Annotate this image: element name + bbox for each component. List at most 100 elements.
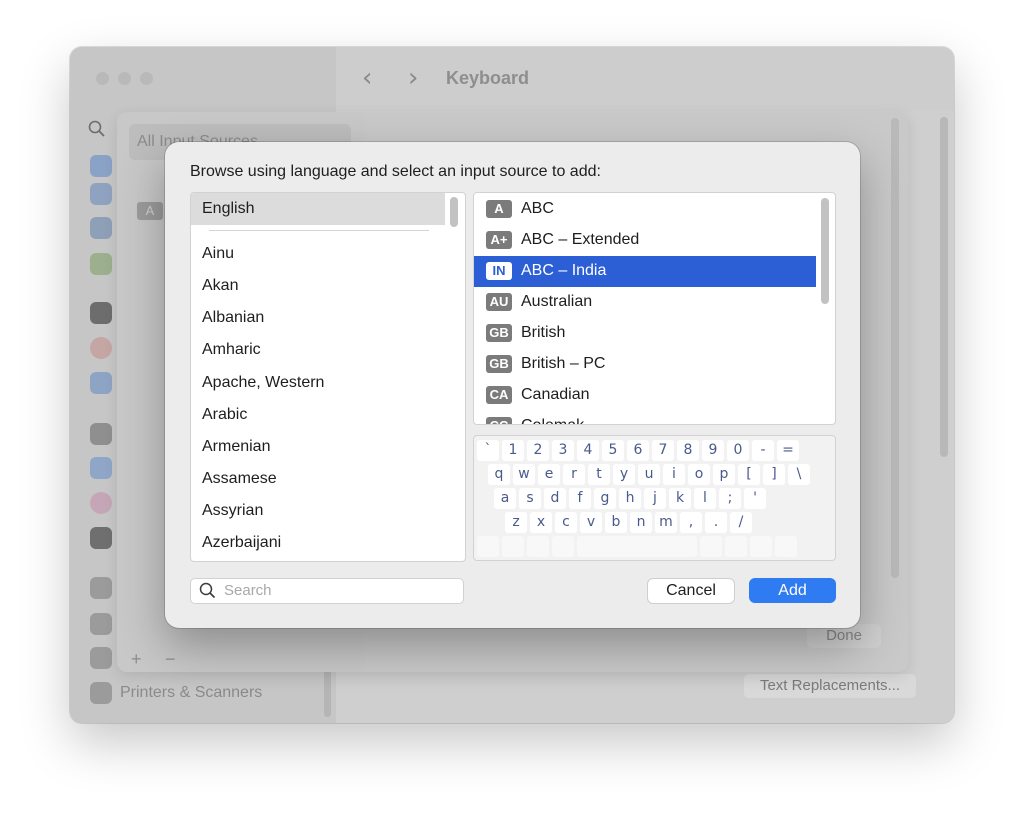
search-icon[interactable] bbox=[88, 120, 106, 143]
language-item[interactable]: Ainu bbox=[202, 245, 234, 263]
sidebar-item-printers-scanners[interactable]: Printers & Scanners bbox=[120, 684, 262, 702]
language-item[interactable]: Apache, Western bbox=[202, 374, 324, 392]
input-source-row[interactable]: GB British – PC bbox=[474, 349, 816, 380]
keyboard-key: 6 bbox=[627, 440, 649, 461]
keyboard-key: 5 bbox=[602, 440, 624, 461]
language-item[interactable]: Assamese bbox=[202, 470, 277, 488]
language-item[interactable]: Albanian bbox=[202, 309, 264, 327]
keyboard-key: k bbox=[669, 488, 691, 509]
remove-input-source-button[interactable]: − bbox=[165, 649, 176, 670]
search-input[interactable]: Search bbox=[190, 578, 464, 604]
game-controllers-icon[interactable] bbox=[90, 647, 112, 669]
internet-accounts-icon[interactable] bbox=[90, 457, 112, 479]
keyboard-key: / bbox=[730, 512, 752, 533]
input-source-row-selected[interactable]: IN ABC – India bbox=[474, 256, 816, 287]
keyboard-key: z bbox=[505, 512, 527, 533]
language-list[interactable]: English Ainu Akan Albanian Amharic Apach… bbox=[190, 192, 466, 562]
keyboard-key: 0 bbox=[727, 440, 749, 461]
input-source-row[interactable]: AU Australian bbox=[474, 287, 816, 318]
add-input-source-dialog: Browse using language and select an inpu… bbox=[165, 142, 860, 628]
input-source-row[interactable]: CA Canadian bbox=[474, 380, 816, 411]
keyboard-preview: ` 1 2 3 4 5 6 7 8 9 0- = q w e r t y u i o p[] \ a s d f g h j k l; ' … bbox=[473, 435, 836, 561]
language-list-scrollbar[interactable] bbox=[450, 197, 458, 227]
keyboard-key: e bbox=[538, 464, 560, 485]
keyboard-key: 4 bbox=[577, 440, 599, 461]
input-source-row[interactable]: GB British bbox=[474, 318, 816, 349]
mouse-icon[interactable] bbox=[90, 613, 112, 635]
language-item[interactable]: Azerbaijani bbox=[202, 534, 281, 552]
game-center-icon[interactable] bbox=[90, 492, 112, 514]
keyboard-key: 9 bbox=[702, 440, 724, 461]
wallet-icon[interactable] bbox=[90, 527, 112, 549]
list-item-selected[interactable]: English bbox=[191, 193, 445, 225]
sidebar-scrollbar[interactable] bbox=[324, 667, 331, 717]
zoom-window-button[interactable] bbox=[140, 72, 153, 85]
keyboard-key: o bbox=[688, 464, 710, 485]
title-bar bbox=[336, 47, 954, 111]
input-source-badge: CC bbox=[486, 417, 512, 424]
settings-scrollbar[interactable] bbox=[891, 118, 899, 578]
input-source-row[interactable]: CC Colemak bbox=[474, 411, 816, 424]
touch-id-icon[interactable] bbox=[90, 337, 112, 359]
cancel-button[interactable]: Cancel bbox=[647, 578, 735, 604]
close-window-button[interactable] bbox=[96, 72, 109, 85]
sidebar-icon[interactable] bbox=[90, 155, 112, 177]
keyboard-key: i bbox=[663, 464, 685, 485]
keyboard-row: z x c v b n m,. / bbox=[505, 512, 752, 533]
divider bbox=[209, 230, 429, 231]
input-source-label: ABC – Extended bbox=[521, 231, 640, 248]
accessibility-icon[interactable] bbox=[90, 183, 112, 205]
input-source-scrollbar[interactable] bbox=[821, 198, 829, 304]
keyboard-key: r bbox=[563, 464, 585, 485]
language-item[interactable]: Akan bbox=[202, 277, 238, 295]
keyboard-row: q w e r t y u i o p[] \ bbox=[488, 464, 810, 485]
minimize-window-button[interactable] bbox=[118, 72, 131, 85]
input-source-label: ABC bbox=[521, 200, 554, 217]
back-chevron-icon[interactable]: ‹ bbox=[362, 63, 372, 93]
input-source-row[interactable]: A+ ABC – Extended bbox=[474, 225, 816, 256]
keyboard-key: 3 bbox=[552, 440, 574, 461]
input-source-badge: IN bbox=[486, 262, 512, 280]
keyboard-key: ; bbox=[719, 488, 741, 509]
window-title: Keyboard bbox=[446, 68, 530, 88]
add-button[interactable]: Add bbox=[749, 578, 836, 603]
passwords-icon[interactable] bbox=[90, 423, 112, 445]
keyboard-key: ] bbox=[763, 464, 785, 485]
keyboard-key: g bbox=[594, 488, 616, 509]
language-item[interactable]: Armenian bbox=[202, 438, 270, 456]
keyboard-icon[interactable] bbox=[90, 577, 112, 599]
input-source-label: British bbox=[521, 324, 566, 341]
control-center-icon[interactable] bbox=[90, 217, 112, 239]
keyboard-key: . bbox=[705, 512, 727, 533]
input-source-label: British – PC bbox=[521, 355, 606, 372]
text-replacements-button[interactable]: Text Replacements... bbox=[744, 674, 916, 698]
keyboard-row-spacebar bbox=[477, 536, 797, 557]
language-item[interactable]: Arabic bbox=[202, 406, 247, 424]
keyboard-key: j bbox=[644, 488, 666, 509]
keyboard-row: ` 1 2 3 4 5 6 7 8 9 0- = bbox=[477, 440, 799, 461]
language-item[interactable]: Assyrian bbox=[202, 502, 263, 520]
keyboard-key: l bbox=[694, 488, 716, 509]
forward-chevron-icon[interactable]: › bbox=[408, 63, 418, 93]
keyboard-row: a s d f g h j k l; ' bbox=[494, 488, 766, 509]
printer-icon[interactable] bbox=[90, 682, 112, 704]
keyboard-key: , bbox=[680, 512, 702, 533]
keyboard-key: h bbox=[619, 488, 641, 509]
lock-icon[interactable] bbox=[90, 302, 112, 324]
input-source-badge: GB bbox=[486, 324, 512, 342]
input-source-row[interactable]: A ABC bbox=[474, 194, 816, 225]
keyboard-key: v bbox=[580, 512, 602, 533]
input-source-badge: A bbox=[137, 202, 163, 220]
keyboard-key: [ bbox=[738, 464, 760, 485]
add-input-source-button[interactable]: + bbox=[131, 649, 142, 670]
battery-icon[interactable] bbox=[90, 253, 112, 275]
keyboard-key: t bbox=[588, 464, 610, 485]
keyboard-key: \ bbox=[788, 464, 810, 485]
keyboard-key: ' bbox=[744, 488, 766, 509]
language-item[interactable]: Amharic bbox=[202, 341, 261, 359]
input-source-badge: GB bbox=[486, 355, 512, 373]
users-icon[interactable] bbox=[90, 372, 112, 394]
window-scrollbar[interactable] bbox=[940, 117, 948, 457]
keyboard-key: 2 bbox=[527, 440, 549, 461]
input-source-list[interactable]: A ABC A+ ABC – Extended IN ABC – India A… bbox=[473, 192, 836, 425]
